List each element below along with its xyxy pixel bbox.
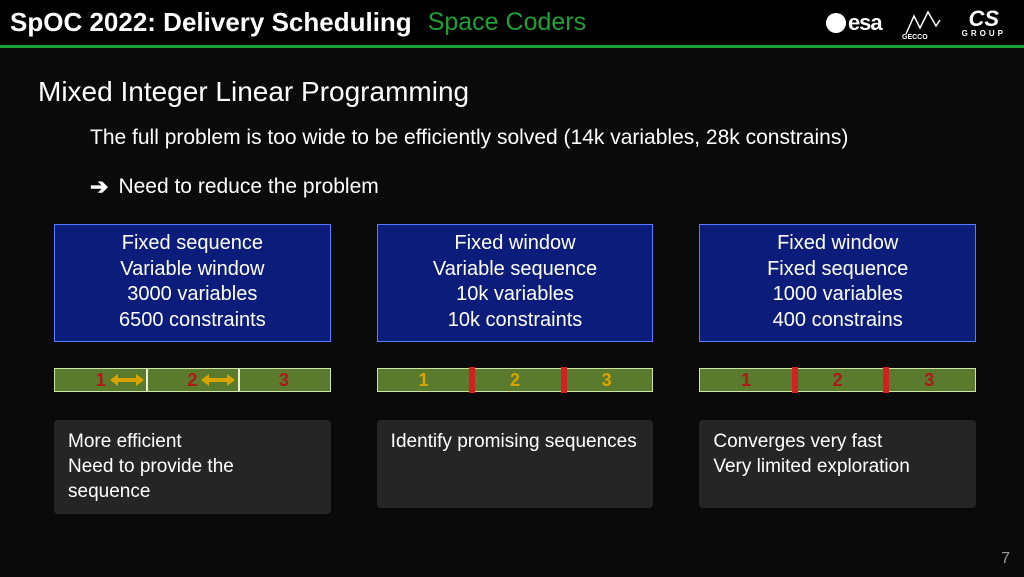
team-name: Space Coders <box>428 8 586 37</box>
approach-col-3: Fixed window Fixed sequence 1000 variabl… <box>699 224 976 514</box>
approach-box-3: Fixed window Fixed sequence 1000 variabl… <box>699 224 976 342</box>
approach-box-1: Fixed sequence Variable window 3000 vari… <box>54 224 331 342</box>
approach-caption-3: Converges very fast Very limited explora… <box>699 420 976 508</box>
need-line: ➔ Need to reduce the problem <box>90 174 992 200</box>
double-arrow-icon <box>201 374 235 386</box>
cs-group-logo: CS GROUP <box>962 8 1006 38</box>
slide-header: SpOC 2022: Delivery Scheduling Space Cod… <box>0 0 1024 48</box>
gecco-logo: GECCO <box>900 6 944 40</box>
slide-content: Mixed Integer Linear Programming The ful… <box>0 48 1024 574</box>
logo-group: esa GECCO CS GROUP <box>826 6 1014 40</box>
need-text: Need to reduce the problem <box>118 175 378 199</box>
svg-text:GECCO: GECCO <box>902 34 928 40</box>
columns: Fixed sequence Variable window 3000 vari… <box>38 224 992 514</box>
approach-col-1: Fixed sequence Variable window 3000 vari… <box>54 224 331 514</box>
presentation-title: SpOC 2022: Delivery Scheduling <box>10 7 412 38</box>
double-arrow-icon <box>110 374 144 386</box>
arrow-right-icon: ➔ <box>90 174 108 200</box>
intro-text: The full problem is too wide to be effic… <box>90 126 992 150</box>
approach-caption-1: More efficient Need to provide the seque… <box>54 420 331 514</box>
approach-box-2: Fixed window Variable sequence 10k varia… <box>377 224 654 342</box>
esa-logo: esa <box>826 10 882 36</box>
approach-caption-2: Identify promising sequences <box>377 420 654 508</box>
section-title: Mixed Integer Linear Programming <box>38 76 992 108</box>
bar-diagram-2: 1 2 3 <box>377 368 654 396</box>
bar-diagram-1: 1 2 3 <box>54 368 331 396</box>
bar-diagram-3: 1 2 3 <box>699 368 976 396</box>
approach-col-2: Fixed window Variable sequence 10k varia… <box>377 224 654 514</box>
page-number: 7 <box>1001 550 1010 568</box>
